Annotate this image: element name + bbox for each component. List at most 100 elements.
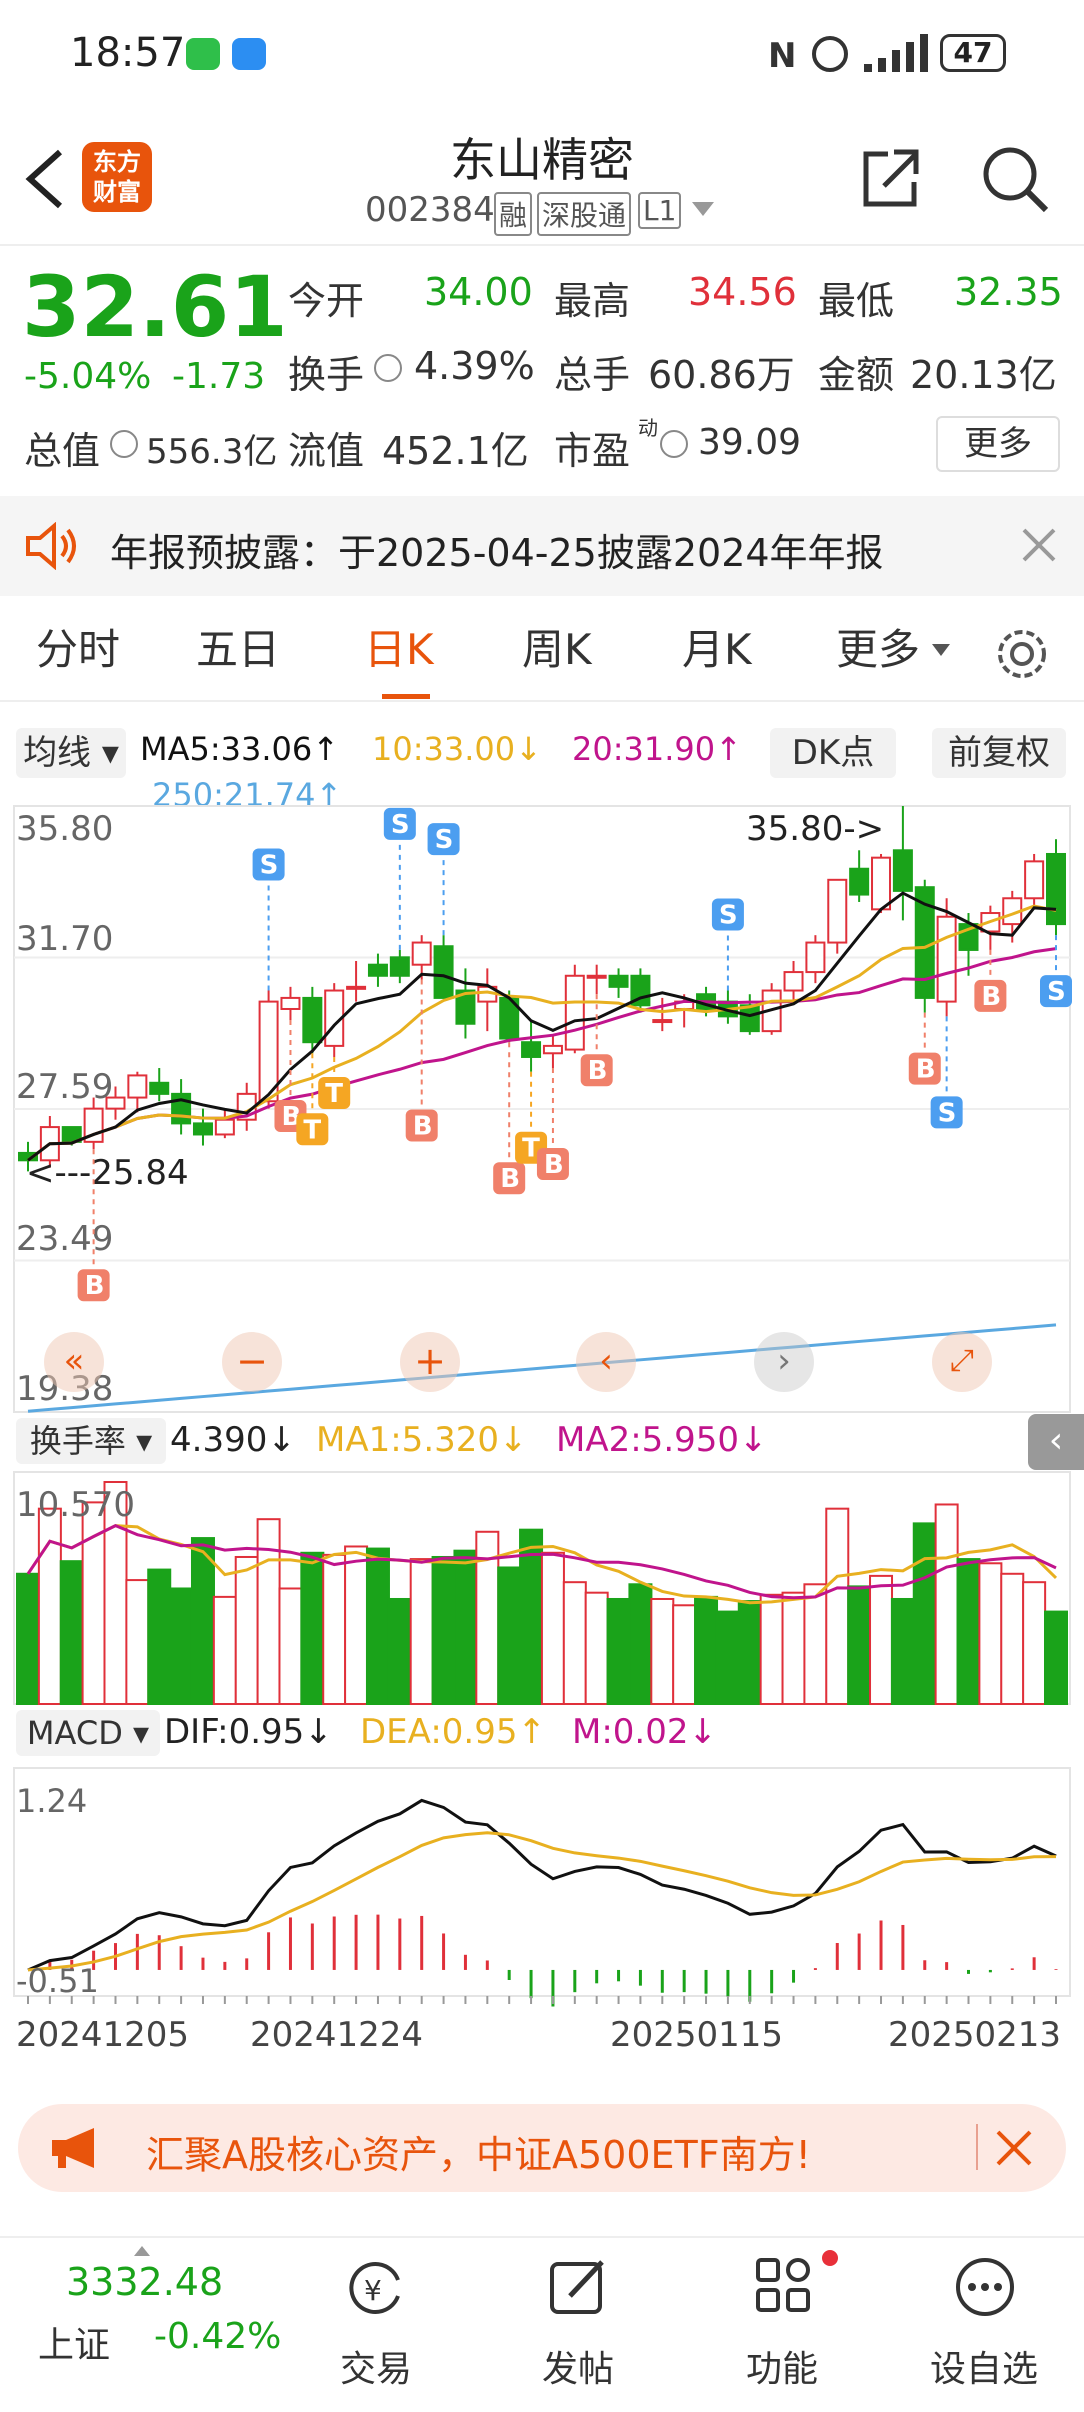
kline-max-marker: 35.80-> xyxy=(746,809,884,849)
candle-body xyxy=(302,996,323,1044)
pe-dynamic-label: 动 xyxy=(638,416,658,440)
macd-selector[interactable]: MACD ▾ xyxy=(16,1710,160,1756)
stock-header: 东方 财富 东山精密 002384 融 深股通 L1 xyxy=(0,110,1084,246)
candle-body xyxy=(936,915,957,1003)
tab-monthly-k[interactable]: 月K xyxy=(682,598,752,702)
period-tabs: 分时 五日 日K 周K 月K 更多 xyxy=(0,598,1084,702)
turnover-bar xyxy=(890,1597,915,1705)
signal-s-label: S xyxy=(938,1098,957,1128)
turnover-bar xyxy=(365,1547,390,1705)
indicator-selector[interactable]: 均线 ▾ xyxy=(16,728,126,778)
zoom-out-button[interactable]: − xyxy=(222,1332,282,1392)
settings-gear-icon[interactable] xyxy=(994,626,1050,682)
grid-apps-icon xyxy=(756,2258,810,2312)
search-icon[interactable] xyxy=(980,144,1050,214)
turnover-bar xyxy=(825,1507,850,1705)
tab-intraday[interactable]: 分时 xyxy=(36,598,120,702)
info-icon[interactable] xyxy=(374,354,402,382)
turnover-selector[interactable]: 换手率 ▾ xyxy=(16,1418,166,1464)
turnover-bar xyxy=(606,1597,631,1705)
ma10-value: 10:33.00↓ xyxy=(372,730,542,768)
close-icon[interactable] xyxy=(1022,528,1056,562)
date-axis-label: 20241224 xyxy=(250,2015,423,2055)
expand-index-icon[interactable] xyxy=(134,2246,150,2256)
turnover-bar xyxy=(1022,1581,1047,1705)
fullscreen-icon[interactable]: ⤢ xyxy=(932,1332,992,1392)
tab-five-day[interactable]: 五日 xyxy=(196,598,280,702)
nav-post[interactable]: 发帖 xyxy=(508,2238,648,2412)
high-value: 34.56 xyxy=(688,270,797,314)
collapse-panel-button[interactable]: ‹ xyxy=(1028,1414,1084,1470)
volume-value: 60.86万 xyxy=(648,353,795,397)
turnover-bar xyxy=(125,1579,150,1705)
nav-functions-label: 功能 xyxy=(745,2349,818,2390)
battery-indicator: 47 xyxy=(940,34,1006,72)
nfc-icon: N xyxy=(768,36,797,76)
notice-bar[interactable]: 年报预披露：于2025-04-25披露2024年年报 xyxy=(0,496,1084,596)
ad-text: 汇聚A股核心资产，中证A500ETF南方! xyxy=(146,2133,811,2177)
more-button[interactable]: 更多 xyxy=(936,416,1060,472)
zoom-in-button[interactable]: + xyxy=(400,1332,460,1392)
amount-value: 20.13亿 xyxy=(910,353,1057,397)
turnover-bar xyxy=(584,1591,609,1705)
turnover-selector-label: 换手率 xyxy=(29,1422,126,1460)
candle-body xyxy=(346,985,367,990)
turnover-ma1: MA1:5.320↓ xyxy=(316,1420,528,1460)
turnover-bar xyxy=(409,1558,434,1706)
ma-legend: 均线 ▾ MA5:33.06↑ 10:33.00↓ 20:31.90↑ 250:… xyxy=(0,712,1084,814)
tab-more[interactable]: 更多 xyxy=(836,598,920,702)
adjust-mode-button[interactable]: 前复权 xyxy=(932,728,1066,778)
scroll-left-fast-button[interactable]: « xyxy=(44,1332,104,1392)
kline-y-label: 27.59 xyxy=(16,1067,113,1107)
indicator-selector-label: 均线 xyxy=(23,733,92,773)
nav-functions[interactable]: 功能 xyxy=(712,2238,852,2412)
tab-daily-k[interactable]: 日K xyxy=(364,598,434,702)
turnover-bar xyxy=(169,1587,194,1705)
ad-banner[interactable]: 汇聚A股核心资产，中证A500ETF南方! xyxy=(18,2104,1066,2192)
scroll-right-button[interactable]: › xyxy=(754,1332,814,1392)
dk-point-button[interactable]: DK点 xyxy=(770,728,896,778)
ma20-line xyxy=(27,947,1057,1162)
float-cap-value: 452.1亿 xyxy=(382,429,529,473)
svg-text:¥: ¥ xyxy=(364,2274,382,2307)
signal-b-label: B xyxy=(500,1164,520,1194)
info-icon[interactable] xyxy=(110,430,138,458)
float-cap-label: 流值 xyxy=(288,429,365,473)
turnover-bar xyxy=(16,1572,40,1705)
macd-dif: DIF:0.95↓ xyxy=(164,1712,333,1752)
candle-body xyxy=(1024,860,1045,900)
signal-s-label: S xyxy=(719,901,738,931)
status-time: 18:57 xyxy=(70,30,186,76)
signal-t-label: T xyxy=(303,1115,321,1145)
turnover-bar xyxy=(431,1555,456,1705)
turnover-bar xyxy=(781,1591,806,1705)
scroll-left-button[interactable]: ‹ xyxy=(576,1332,636,1392)
tab-weekly-k[interactable]: 周K xyxy=(522,598,592,702)
turnover-bar xyxy=(650,1597,675,1705)
candle-body xyxy=(149,1081,170,1095)
turnover-current: 4.390↓ xyxy=(170,1420,296,1460)
nav-add-watchlist-label: 设自选 xyxy=(929,2349,1038,2390)
tag-dropdown-icon[interactable] xyxy=(692,202,714,218)
share-icon[interactable] xyxy=(858,146,922,210)
nav-add-watchlist[interactable]: 设自选 xyxy=(914,2238,1054,2412)
stock-code: 002384 xyxy=(365,190,495,230)
change-percent: -5.04% xyxy=(24,356,152,397)
open-value: 34.00 xyxy=(424,270,533,314)
close-icon[interactable] xyxy=(996,2130,1032,2166)
low-value: 32.35 xyxy=(954,270,1063,314)
open-label: 今开 xyxy=(288,279,365,323)
candle-body xyxy=(739,1004,760,1033)
info-icon[interactable] xyxy=(660,430,688,458)
macd-selector-label: MACD xyxy=(26,1714,123,1752)
signal-b-label: B xyxy=(916,1055,936,1085)
turnover-bar xyxy=(1000,1572,1025,1705)
signal-b-label: B xyxy=(981,982,1001,1012)
candle-body xyxy=(214,1118,235,1136)
index-value[interactable]: 3332.48 xyxy=(66,2260,223,2304)
turnover-bar xyxy=(212,1595,237,1705)
nav-trade[interactable]: ¥ 交易 xyxy=(306,2238,446,2412)
tab-indicator xyxy=(382,694,430,699)
turnover-bar xyxy=(234,1555,259,1705)
kline-y-label: 31.70 xyxy=(16,919,113,959)
